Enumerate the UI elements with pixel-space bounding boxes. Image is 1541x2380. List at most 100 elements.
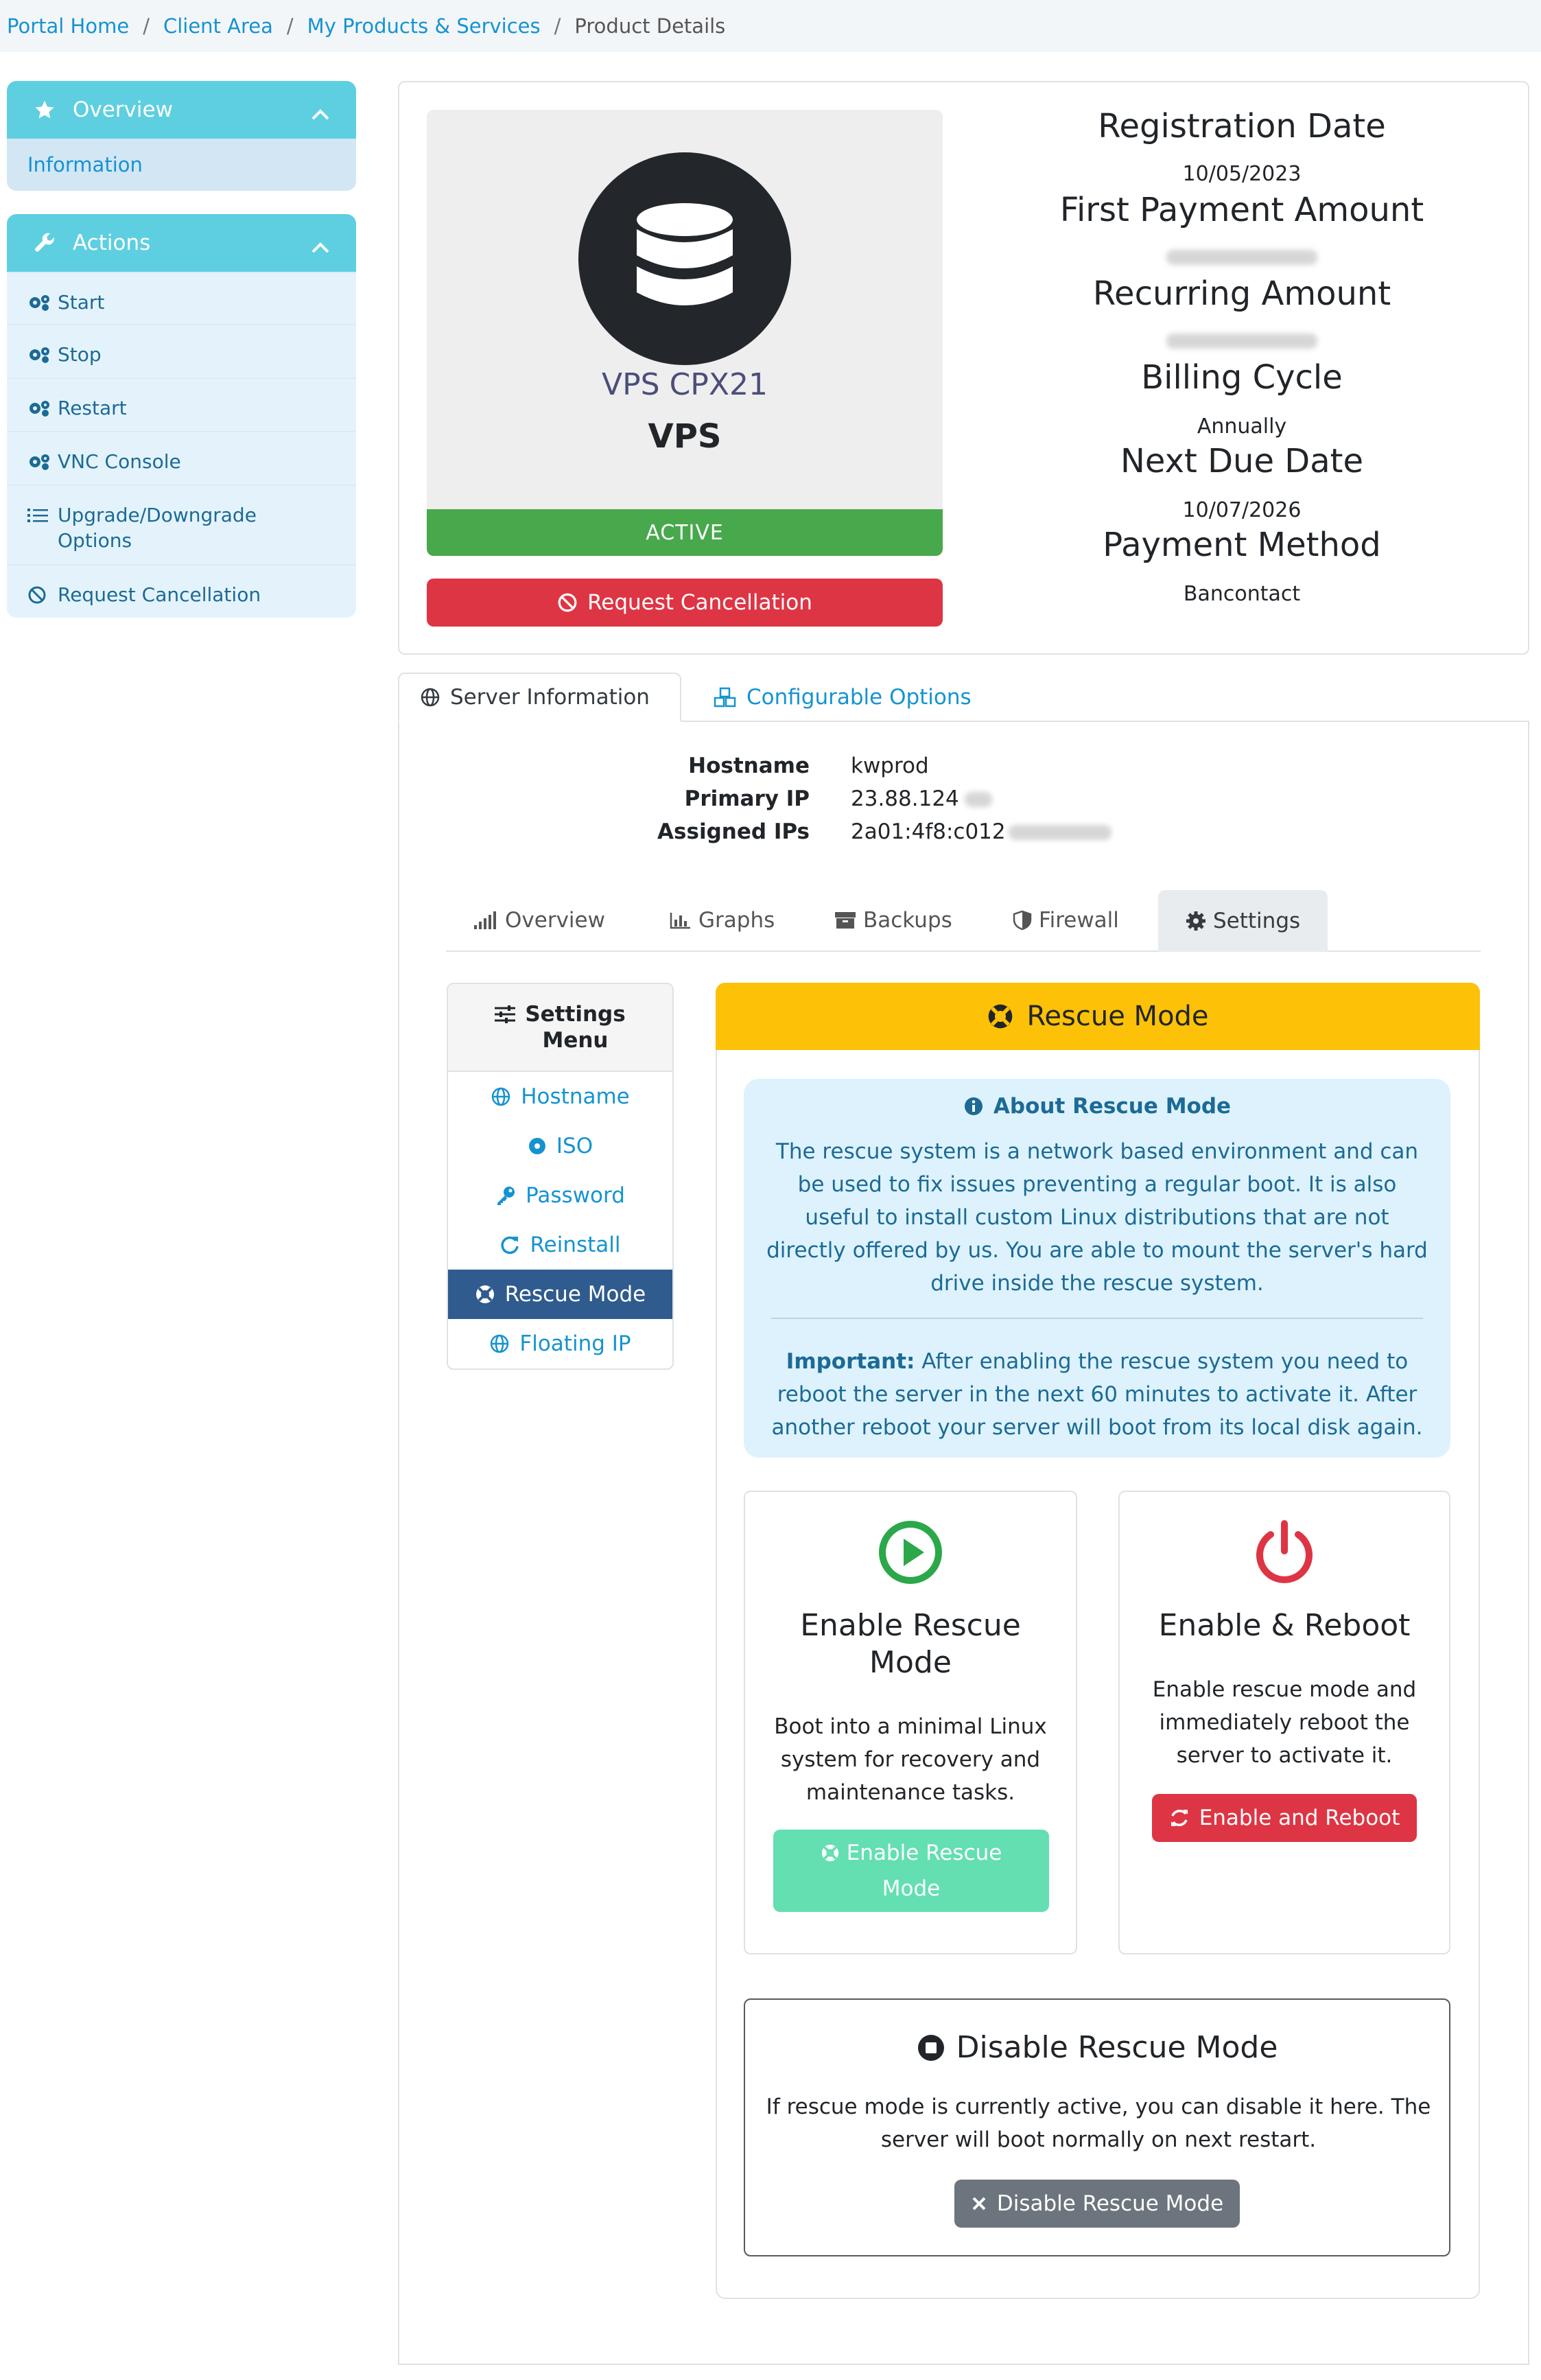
tab-graphs-label: Graphs (698, 908, 775, 933)
tab-graphs[interactable]: Graphs (670, 890, 775, 950)
server-assigned-ips-row: Assigned IPs 2a01:4f8:c012 (617, 819, 1111, 844)
tab-overview[interactable]: Overview (473, 890, 605, 950)
close-icon (971, 2195, 987, 2212)
breadcrumb-my-products[interactable]: My Products & Services (307, 14, 541, 38)
settings-item-floating-ip[interactable]: Floating IP (448, 1319, 672, 1368)
sidebar-item-request-cancellation[interactable]: Request Cancellation (7, 564, 356, 618)
settings-menu: Settings Menu Hostname ISO Password Rein… (447, 983, 674, 1370)
status-badge: ACTIVE (427, 509, 943, 556)
registration-date-value: 10/05/2023 (1182, 162, 1302, 186)
life-ring-icon (821, 1839, 840, 1872)
enable-rescue-button-label: Enable Rescue Mode (846, 1841, 1002, 1901)
sidebar-item-vnc-console[interactable]: VNC Console (7, 431, 356, 485)
wrench-icon (33, 231, 58, 255)
breadcrumb-separator: / (554, 14, 561, 38)
tab-overview-label: Overview (505, 908, 605, 933)
tab-firewall[interactable]: Firewall (1013, 890, 1119, 950)
sidebar-item-label: Upgrade/Downgrade Options (58, 504, 257, 552)
ban-icon (27, 582, 58, 607)
next-due-label: Next Due Date (1120, 442, 1363, 480)
cubes-icon (714, 687, 737, 708)
tab-settings[interactable]: Settings (1158, 890, 1328, 952)
cogs-icon (27, 290, 58, 315)
tab-backups[interactable]: Backups (834, 890, 952, 950)
stop-circle-icon (917, 2033, 945, 2062)
life-ring-icon (987, 1003, 1014, 1030)
tab-backups-label: Backups (863, 908, 952, 933)
tab-settings-label: Settings (1213, 909, 1301, 933)
primary-ip-value: 23.88.124 (851, 786, 959, 811)
settings-item-rescue-mode[interactable]: Rescue Mode (448, 1270, 672, 1319)
sidebar-item-label: Start (58, 291, 105, 314)
sidebar-item-label: Stop (58, 343, 102, 366)
sidebar-overview-header[interactable]: Overview (7, 81, 356, 139)
sidebar-item-start[interactable]: Start (7, 272, 356, 324)
chevron-up-icon[interactable] (311, 102, 330, 126)
sidebar-item-upgrade-downgrade[interactable]: Upgrade/Downgrade Options (7, 485, 356, 564)
settings-item-password[interactable]: Password (448, 1171, 672, 1220)
globe-icon (489, 1333, 510, 1354)
recurring-amount-label: Recurring Amount (1092, 275, 1391, 313)
enable-and-reboot-label: Enable and Reboot (1199, 1806, 1400, 1830)
chevron-up-icon[interactable] (311, 235, 330, 259)
redo-icon (499, 1235, 520, 1255)
disable-rescue-button[interactable]: Disable Rescue Mode (954, 2180, 1240, 2228)
tab-server-information-label: Server Information (450, 685, 650, 710)
settings-item-label: Reinstall (530, 1233, 621, 1257)
registration-date-label: Registration Date (1098, 107, 1386, 145)
first-payment-label: First Payment Amount (1059, 191, 1424, 229)
hostname-value: kwprod (851, 754, 929, 778)
request-cancellation-button[interactable]: Request Cancellation (427, 579, 943, 627)
enable-reboot-title: Enable & Reboot (1158, 1608, 1411, 1643)
payment-method-label: Payment Method (1103, 526, 1381, 564)
request-cancellation-label: Request Cancellation (587, 590, 812, 615)
cogs-icon (27, 449, 58, 474)
settings-item-reinstall[interactable]: Reinstall (448, 1220, 672, 1270)
sidebar-actions-header[interactable]: Actions (7, 214, 356, 272)
enable-rescue-desc: Boot into a minimal Linux system for rec… (774, 1714, 1047, 1805)
enable-rescue-button-content: Enable Rescue Mode (808, 1836, 1014, 1905)
primary-ip-label: Primary IP (684, 786, 810, 811)
enable-and-reboot-button[interactable]: Enable and Reboot (1152, 1794, 1417, 1842)
server-primary-ip-row: Primary IP 23.88.124 (617, 786, 992, 811)
breadcrumb: Portal Home / Client Area / My Products … (0, 0, 1541, 52)
bar-chart-icon (670, 911, 692, 929)
enable-reboot-desc: Enable rescue mode and immediately reboo… (1152, 1677, 1417, 1768)
tab-server-information[interactable]: Server Information (398, 673, 681, 722)
ban-icon (557, 592, 578, 613)
sidebar-item-information[interactable]: Information (7, 139, 356, 191)
cogs-icon (27, 395, 58, 421)
signal-icon (473, 911, 498, 929)
database-icon (578, 152, 791, 365)
about-rescue-box: About Rescue Mode The rescue system is a… (744, 1079, 1450, 1458)
sidebar-overview-panel: Overview Information (7, 81, 356, 191)
rescue-mode-header: Rescue Mode (716, 983, 1480, 1050)
product-name: VPS (648, 417, 722, 456)
sidebar-item-label: Request Cancellation (58, 583, 261, 606)
next-due-value: 10/07/2026 (1182, 498, 1302, 522)
settings-item-label: Rescue Mode (504, 1282, 646, 1307)
first-payment-value-redacted (981, 250, 1503, 268)
breadcrumb-client-area[interactable]: Client Area (163, 14, 273, 38)
tab-firewall-label: Firewall (1039, 908, 1119, 933)
sidebar-item-restart[interactable]: Restart (7, 377, 356, 431)
settings-item-iso[interactable]: ISO (448, 1121, 672, 1171)
disable-rescue-title-text: Disable Rescue Mode (956, 2030, 1278, 2065)
disable-rescue-button-label: Disable Rescue Mode (996, 2191, 1224, 2216)
cogs-icon (27, 342, 58, 367)
sliders-icon (494, 1005, 516, 1023)
settings-item-hostname[interactable]: Hostname (448, 1072, 672, 1121)
star-icon (33, 99, 58, 121)
server-hostname-row: Hostname kwprod (617, 754, 929, 778)
shield-icon (1013, 910, 1032, 931)
enable-rescue-button[interactable]: Enable Rescue Mode (773, 1830, 1049, 1912)
tab-configurable-options[interactable]: Configurable Options (693, 673, 992, 722)
globe-icon (491, 1086, 511, 1107)
sidebar-item-label: Restart (58, 397, 127, 419)
gear-icon (1186, 911, 1206, 931)
hostname-label: Hostname (688, 754, 810, 778)
breadcrumb-portal-home[interactable]: Portal Home (7, 14, 129, 38)
sidebar-item-stop[interactable]: Stop (7, 324, 356, 377)
enable-rescue-title: Enable Rescue Mode (800, 1608, 1021, 1680)
settings-item-label: Floating IP (519, 1331, 631, 1356)
